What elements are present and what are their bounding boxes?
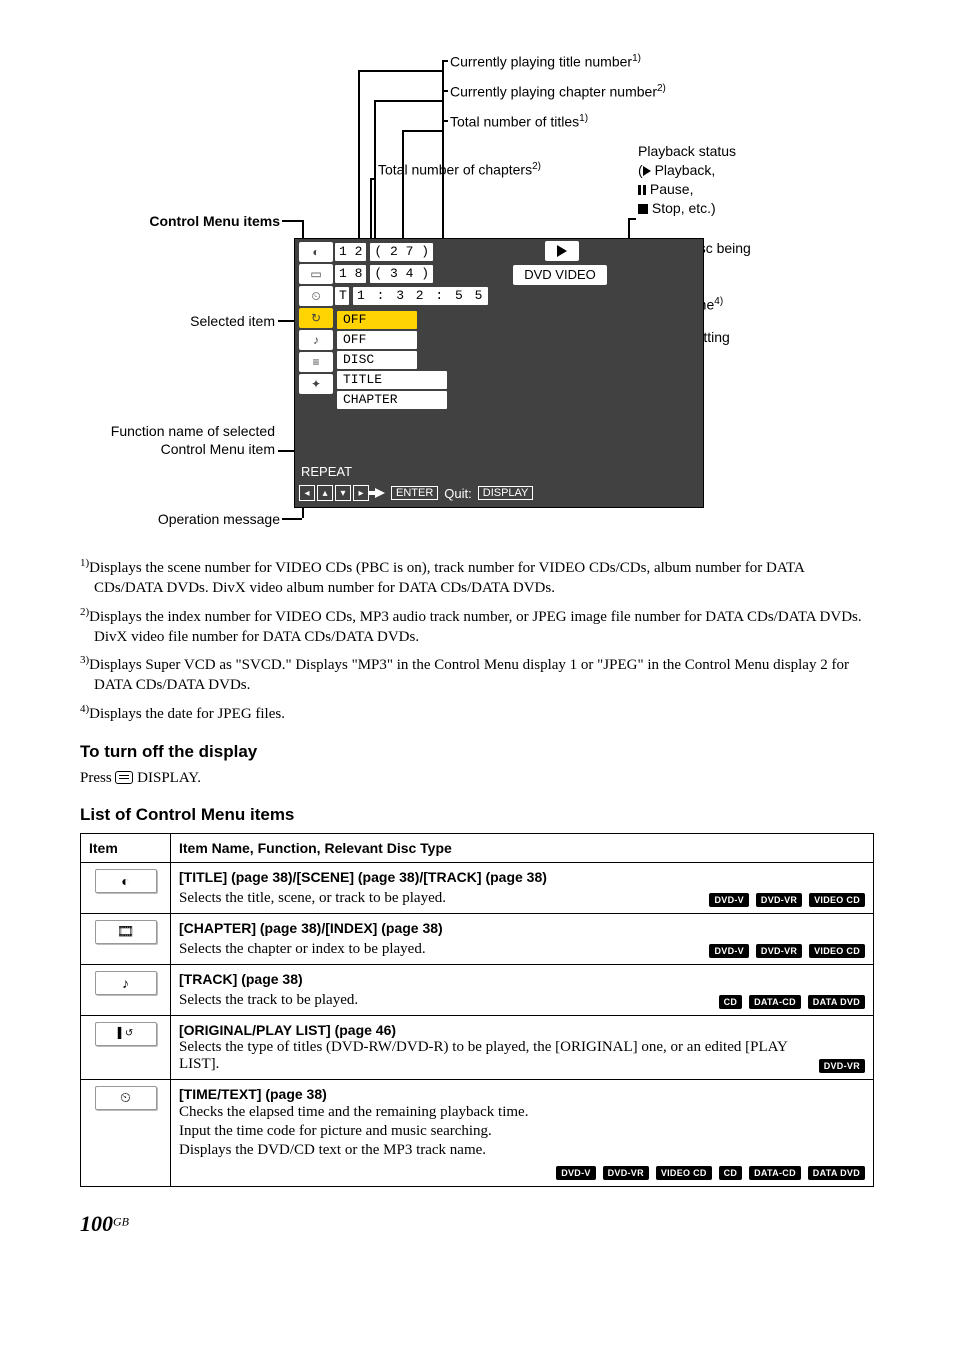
page-number: 100GB [0, 1211, 954, 1237]
quit-label: Quit: [444, 486, 471, 501]
display-button-icon [115, 771, 133, 784]
table-row: 🎞 [CHAPTER] (page 38)/[INDEX] (page 38) … [81, 913, 874, 964]
osd-options: OFF OFF DISC TITLE CHAPTER [337, 309, 447, 411]
table-row: ♪ [TRACK] (page 38) Selects the track to… [81, 964, 874, 1015]
label-control-menu-items: Control Menu items [90, 212, 280, 231]
menu-icon-repeat: ↻ [299, 308, 333, 328]
title-icon: ◐ [95, 869, 157, 893]
row-badges: DVD-VR [816, 1056, 865, 1073]
table-row: ◐ [TITLE] (page 38)/[SCENE] (page 38)/[T… [81, 862, 874, 913]
menu-icon-title: ◐ [299, 242, 333, 262]
osd-opt-4: CHAPTER [337, 391, 447, 409]
label-function-name: Function name of selected Control Menu i… [90, 422, 275, 458]
row-badges: DVD-V DVD-VR VIDEO CD CD DATA-CD DATA DV… [179, 1163, 865, 1180]
osd-title-current: 1 2 [335, 243, 366, 261]
heading-turn-off: To turn off the display [80, 742, 874, 762]
play-icon [643, 166, 651, 176]
label-operation-message: Operation message [90, 510, 280, 529]
menu-icon-chapter: ▭ [299, 264, 333, 284]
track-icon: ♪ [95, 971, 157, 995]
table-row: ⏲ [TIME/TEXT] (page 38) Checks the elaps… [81, 1079, 874, 1186]
row-desc: Checks the elapsed time and the remainin… [179, 1104, 865, 1159]
row-title: [CHAPTER] (page 38)/[INDEX] (page 38) [179, 920, 865, 936]
control-menu-diagram: Currently playing title number1) Current… [80, 20, 874, 550]
osd-play-indicator [545, 241, 579, 261]
osd-screen: ◐ ▭ ⏲ ↻ ♪ ≡ ✦ 1 2 ( 2 7 ) 1 8 ( 3 4 ) T [294, 238, 704, 508]
row-badges: CD DATA-CD DATA DVD [716, 992, 865, 1009]
osd-chapter-total: ( 3 4 ) [370, 265, 433, 283]
menu-icon-6: ≡ [299, 352, 333, 372]
timetext-icon: ⏲ [95, 1086, 157, 1110]
osd-chapter-current: 1 8 [335, 265, 366, 283]
osd-time-prefix: T [335, 287, 349, 305]
row-desc: Selects the track to be played. [179, 992, 358, 1009]
osd-function-name: REPEAT [301, 464, 352, 479]
label-chapter-number: Currently playing chapter number2) [450, 82, 666, 102]
osd-opt-3: TITLE [337, 371, 447, 389]
col-item: Item [81, 833, 171, 862]
pause-icon [638, 185, 646, 195]
heading-list: List of Control Menu items [80, 805, 874, 825]
row-badges: DVD-V DVD-VR VIDEO CD [706, 941, 865, 958]
osd-opt-1: OFF [337, 331, 417, 349]
osd-title-total: ( 2 7 ) [370, 243, 433, 261]
arrow-keys-icon: ◂▴▾▸ [299, 485, 369, 501]
playlist-icon: ▌↺ [95, 1022, 157, 1046]
chapter-icon: 🎞 [95, 920, 157, 944]
label-playback-status: Playback status ( Playback, Pause, Stop,… [638, 142, 798, 218]
label-title-number: Currently playing title number1) [450, 52, 641, 72]
arrow-right-icon [375, 488, 385, 498]
osd-top-info: 1 2 ( 2 7 ) 1 8 ( 3 4 ) T 1 : 3 2 : 5 5 [335, 241, 492, 307]
stop-icon [638, 204, 648, 214]
row-title: [ORIGINAL/PLAY LIST] (page 46) [179, 1022, 865, 1038]
table-row: ▌↺ [ORIGINAL/PLAY LIST] (page 46) Select… [81, 1015, 874, 1079]
osd-operation-message: ◂▴▾▸ ENTER Quit: DISPLAY [299, 485, 533, 501]
enter-key: ENTER [391, 486, 438, 500]
menu-icon-7: ✦ [299, 374, 333, 394]
press-display-line: Press DISPLAY. [80, 770, 874, 787]
row-title: [TIME/TEXT] (page 38) [179, 1086, 865, 1102]
osd-opt-2: DISC [337, 351, 417, 369]
row-desc: Selects the chapter or index to be playe… [179, 941, 426, 958]
label-total-titles: Total number of titles1) [450, 112, 588, 132]
display-key: DISPLAY [478, 486, 534, 500]
label-selected-item: Selected item [90, 312, 275, 331]
row-desc: Selects the type of titles (DVD-RW/DVD-R… [179, 1039, 808, 1073]
col-desc: Item Name, Function, Relevant Disc Type [171, 833, 874, 862]
menu-icon-time: ⏲ [299, 286, 333, 306]
row-desc: Selects the title, scene, or track to be… [179, 890, 446, 907]
osd-time: 1 : 3 2 : 5 5 [353, 287, 488, 305]
row-title: [TRACK] (page 38) [179, 971, 865, 987]
row-badges: DVD-V DVD-VR VIDEO CD [706, 890, 865, 907]
menu-icon-5: ♪ [299, 330, 333, 350]
row-title: [TITLE] (page 38)/[SCENE] (page 38)/[TRA… [179, 869, 865, 885]
footnotes: 1)Displays the scene number for VIDEO CD… [80, 556, 874, 724]
osd-disc-type: DVD VIDEO [513, 265, 607, 285]
osd-opt-0: OFF [337, 311, 417, 329]
play-triangle-icon [557, 245, 567, 257]
control-menu-table: Item Item Name, Function, Relevant Disc … [80, 833, 874, 1187]
